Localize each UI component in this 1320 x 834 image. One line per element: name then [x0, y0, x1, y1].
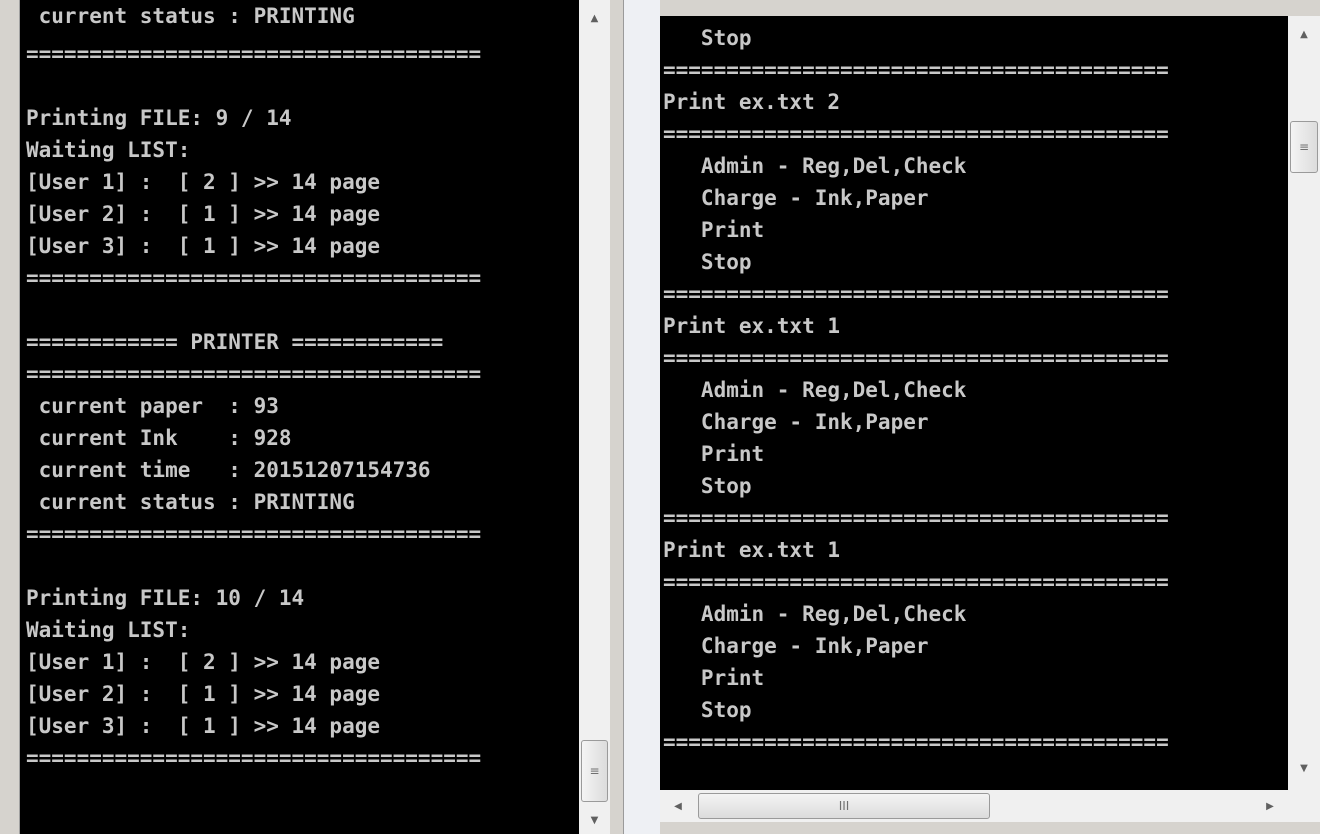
console-line: Waiting LIST: [26, 618, 191, 642]
console-line: ======================================== [663, 282, 1169, 306]
console-line: Admin - Reg,Del,Check [663, 378, 967, 402]
console-line: ======================================== [663, 506, 1169, 530]
console-line: Charge - Ink,Paper [663, 634, 929, 658]
console-line: [User 1] : [ 2 ] >> 14 page [26, 170, 381, 194]
console-line: Print ex.txt 1 [663, 314, 841, 338]
scroll-thumb[interactable]: ≡ [1290, 121, 1318, 173]
console-line: ==================================== [26, 266, 482, 290]
scroll-left-button[interactable]: ◀ [666, 794, 690, 818]
scroll-down-button[interactable]: ▼ [1288, 756, 1320, 780]
resize-grip-icon[interactable] [1288, 790, 1320, 822]
console-line: Printing FILE: 10 / 14 [26, 586, 305, 610]
console-line: Stop [663, 26, 752, 50]
console-line: [User 3] : [ 1 ] >> 14 page [26, 234, 381, 258]
right-horizontal-scrollbar[interactable]: ◀ III ▶ [660, 790, 1288, 822]
console-line: ============ PRINTER ============ [26, 330, 444, 354]
right-console[interactable]: Stop ===================================… [660, 16, 1288, 790]
console-line: current status : PRINTING [26, 4, 355, 28]
console-line: [User 2] : [ 1 ] >> 14 page [26, 682, 381, 706]
scroll-thumb[interactable]: ≡ [581, 740, 608, 802]
console-line: Stop [663, 474, 752, 498]
console-line: Admin - Reg,Del,Check [663, 602, 967, 626]
console-line: current Ink : 928 [26, 426, 292, 450]
scroll-down-button[interactable]: ▼ [579, 808, 610, 832]
console-line: ======================================== [663, 730, 1169, 754]
scroll-thumb[interactable]: III [698, 793, 990, 819]
console-line: Charge - Ink,Paper [663, 410, 929, 434]
console-line: ======================================== [663, 346, 1169, 370]
scroll-up-button[interactable]: ▲ [1288, 22, 1320, 46]
console-line: ==================================== [26, 42, 482, 66]
console-line: Print [663, 666, 765, 690]
console-line: Charge - Ink,Paper [663, 186, 929, 210]
console-line: Stop [663, 698, 752, 722]
console-line: ======================================== [663, 58, 1169, 82]
window-frame-left [0, 0, 20, 834]
left-console[interactable]: current status : PRINTING ==============… [20, 0, 579, 834]
console-line: current status : PRINTING [26, 490, 355, 514]
scroll-up-button[interactable]: ▲ [579, 6, 610, 30]
console-line: ======================================== [663, 570, 1169, 594]
console-line: Admin - Reg,Del,Check [663, 154, 967, 178]
console-line: Waiting LIST: [26, 138, 191, 162]
left-vertical-scrollbar[interactable]: ▲ ≡ ▼ [579, 0, 610, 834]
console-line: Printing FILE: 9 / 14 [26, 106, 292, 130]
console-line: ======================================== [663, 122, 1169, 146]
window-frame-right [623, 0, 660, 834]
console-line: [User 2] : [ 1 ] >> 14 page [26, 202, 381, 226]
right-vertical-scrollbar[interactable]: ▲ ≡ ▼ [1288, 16, 1320, 790]
console-line: Print ex.txt 2 [663, 90, 841, 114]
console-line: ==================================== [26, 746, 482, 770]
console-line: Print [663, 218, 765, 242]
scroll-right-button[interactable]: ▶ [1258, 794, 1282, 818]
console-line: Print [663, 442, 765, 466]
console-line: ==================================== [26, 522, 482, 546]
console-line: Print ex.txt 1 [663, 538, 841, 562]
console-line: current time : 20151207154736 [26, 458, 431, 482]
console-line: ==================================== [26, 362, 482, 386]
console-line: current paper : 93 [26, 394, 279, 418]
console-line: [User 3] : [ 1 ] >> 14 page [26, 714, 381, 738]
console-line: [User 1] : [ 2 ] >> 14 page [26, 650, 381, 674]
console-line: Stop [663, 250, 752, 274]
